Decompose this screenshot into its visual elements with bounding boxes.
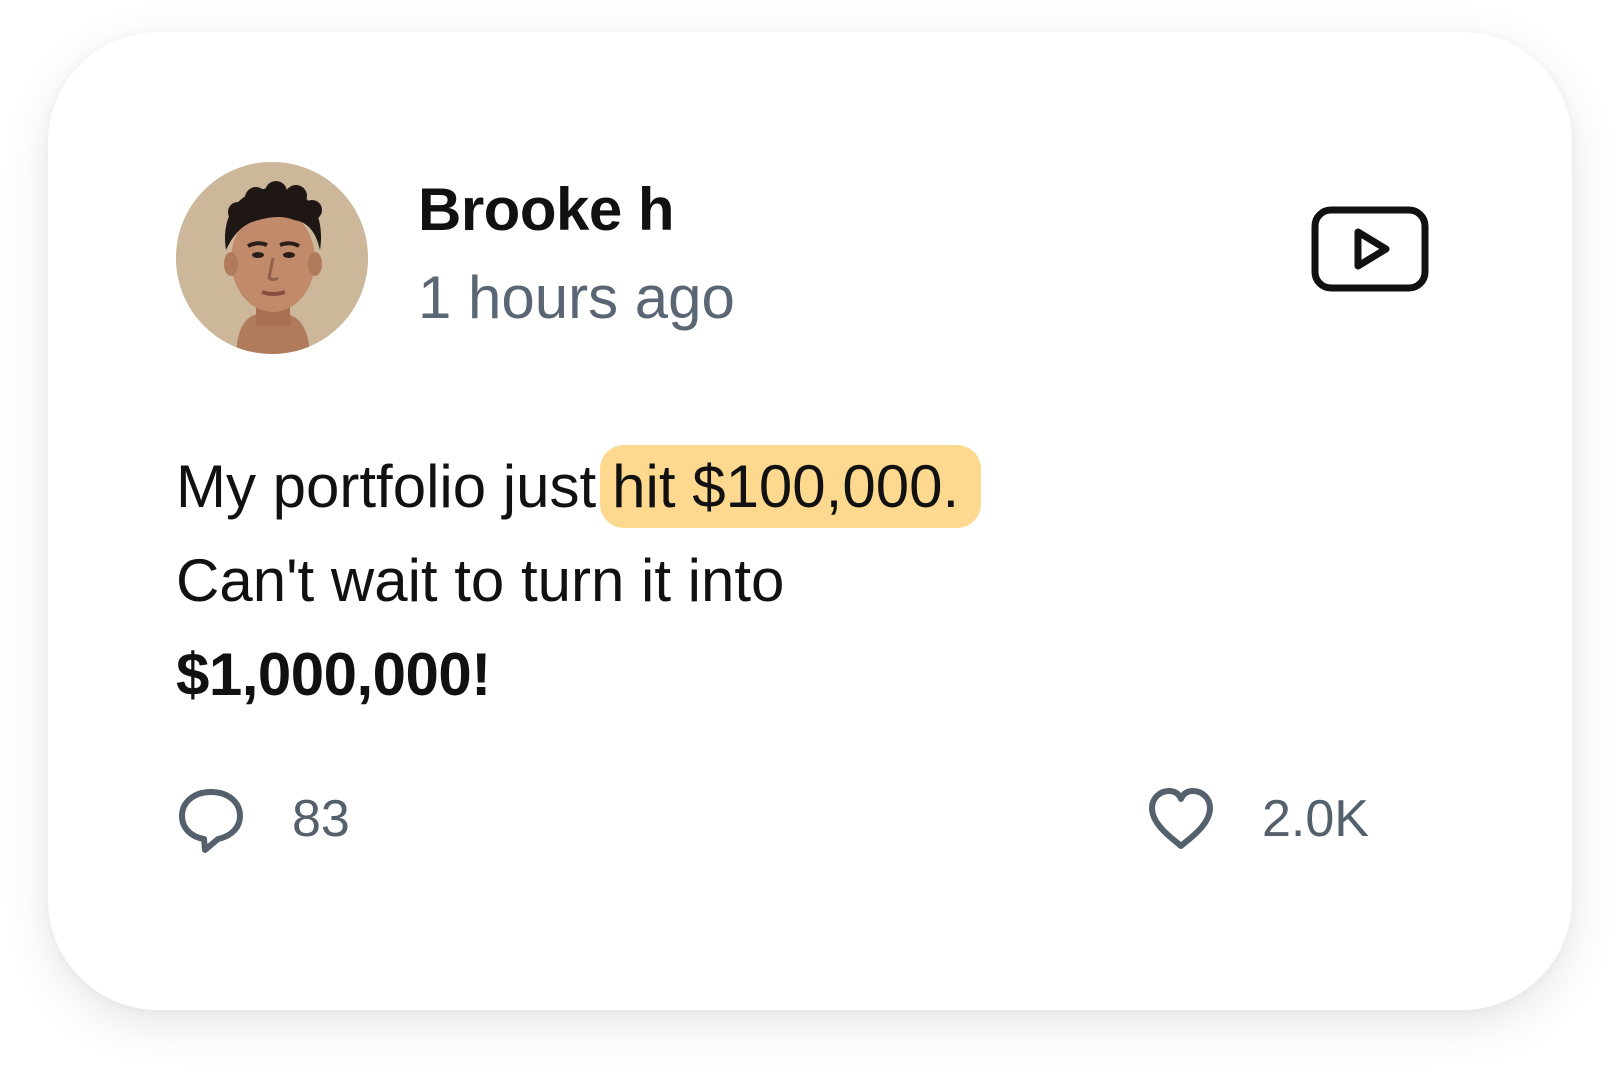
post-card: Brooke h 1 hours ago My portfolio just hi… (48, 32, 1572, 1010)
like-button[interactable]: 2.0K (1146, 784, 1369, 854)
post-line-1: My portfolio just hit $100,000. (176, 440, 982, 534)
post-line-3: $1,000,000! (176, 641, 491, 708)
comment-icon (179, 789, 243, 853)
comment-button[interactable]: 83 (176, 784, 350, 854)
post-line-2: Can't wait to turn it into (176, 547, 785, 614)
comment-count: 83 (292, 790, 350, 848)
author-avatar[interactable] (176, 162, 368, 354)
post-text-prefix: My portfolio just (176, 453, 597, 520)
like-count: 2.0K (1262, 790, 1369, 848)
heart-icon (1149, 788, 1213, 849)
post-body: My portfolio just hit $100,000. Can't wai… (176, 440, 982, 722)
author-name[interactable]: Brooke h (418, 180, 675, 240)
avatar-portrait-image (176, 162, 368, 354)
video-button[interactable] (1308, 202, 1432, 298)
post-timestamp: 1 hours ago (418, 264, 735, 331)
play-video-icon (1311, 206, 1429, 292)
highlighted-text: hit $100,000. (600, 445, 982, 528)
